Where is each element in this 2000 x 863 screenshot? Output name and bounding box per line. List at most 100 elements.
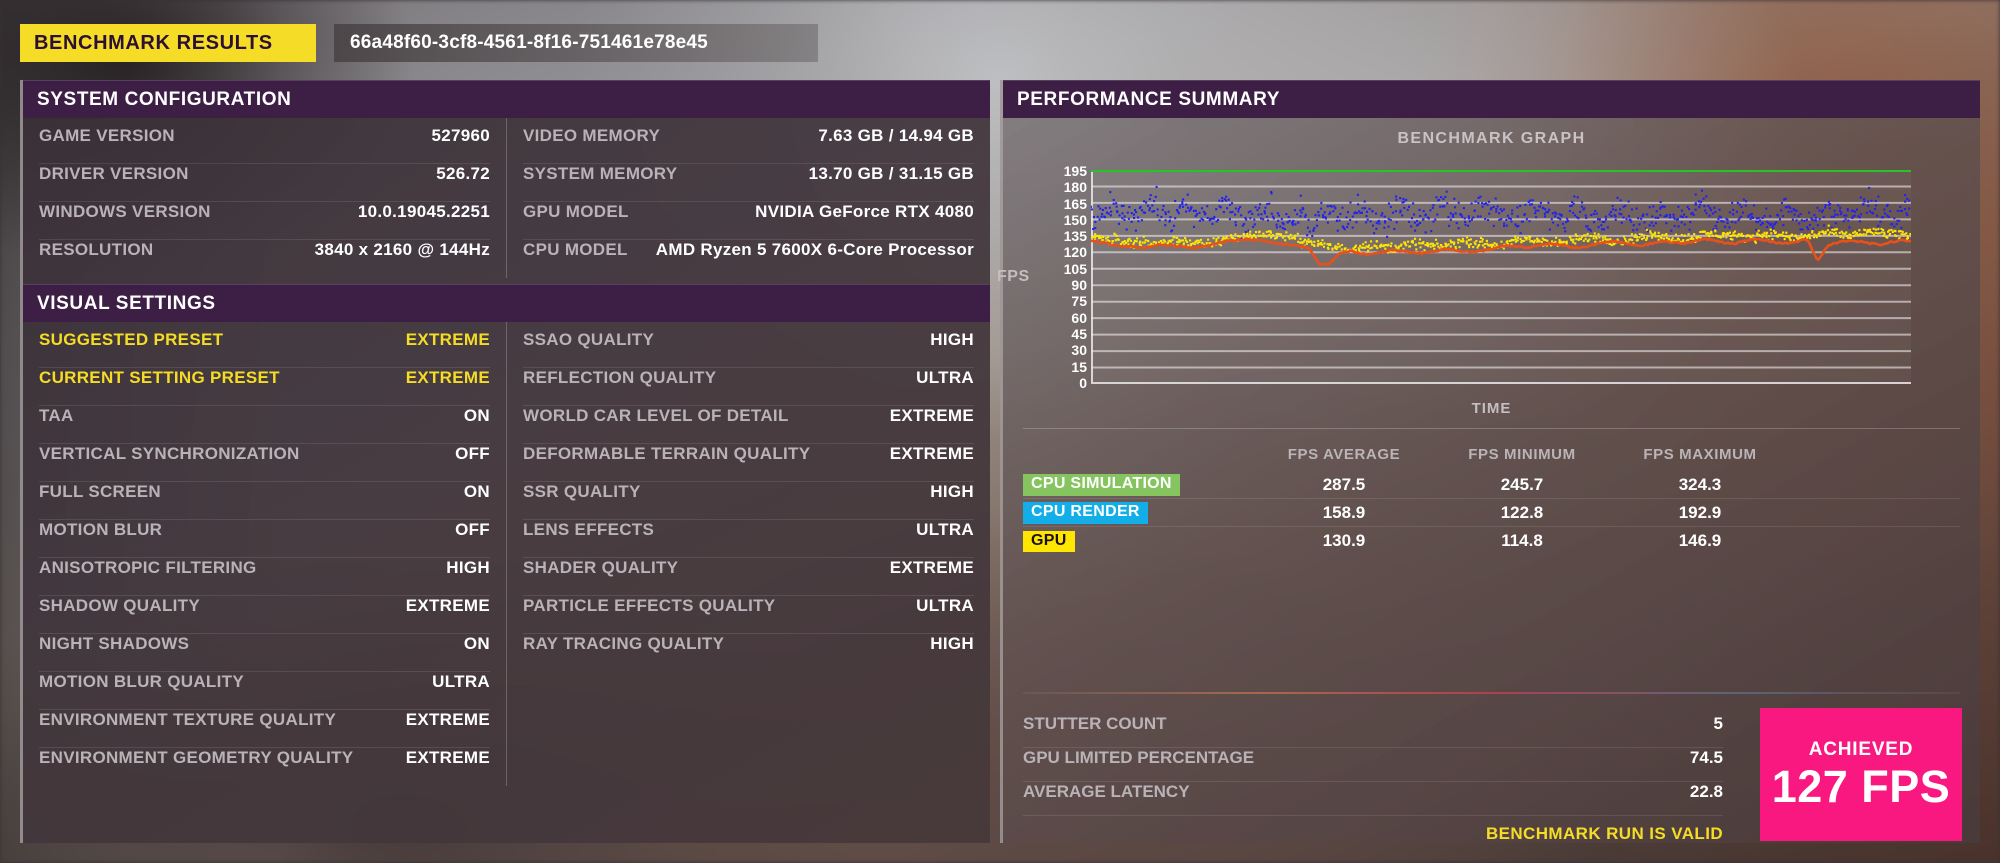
visual-setting-label: MOTION BLUR QUALITY bbox=[39, 672, 244, 691]
series-legend-badge: CPU RENDER bbox=[1023, 502, 1148, 524]
visual-setting-row: SHADOW QUALITY EXTREME bbox=[39, 596, 490, 634]
system-config-label: GPU MODEL bbox=[523, 202, 629, 221]
benchmark-run-id: 66a48f60-3cf8-4561-8f16-751461e78e45 bbox=[334, 24, 818, 62]
system-config-value: 3840 x 2160 @ 144Hz bbox=[314, 240, 490, 259]
y-axis-tick: 45 bbox=[1071, 325, 1087, 342]
right-panel: PERFORMANCE SUMMARY BENCHMARK GRAPH FPS … bbox=[997, 80, 1980, 843]
visual-setting-row: CURRENT SETTING PRESET EXTREME bbox=[39, 368, 490, 406]
stat-row: STUTTER COUNT 5 bbox=[1023, 714, 1723, 748]
system-config-value: 7.63 GB / 14.94 GB bbox=[818, 126, 974, 145]
stats-rows: STUTTER COUNT 5 GPU LIMITED PERCENTAGE 74.5… bbox=[1003, 708, 1743, 816]
fps-table-maximum-cell: 192.9 bbox=[1678, 502, 1722, 522]
top-bar: BENCHMARK RESULTS 66a48f60-3cf8-4561-8f1… bbox=[20, 24, 818, 62]
system-config-label: VIDEO MEMORY bbox=[523, 126, 661, 145]
system-config-value: 526.72 bbox=[436, 164, 490, 183]
visual-setting-label: CURRENT SETTING PRESET bbox=[39, 368, 280, 387]
visual-setting-row: MOTION BLUR OFF bbox=[39, 520, 490, 558]
fps-table-average-cell: 158.9 bbox=[1322, 502, 1366, 522]
page-title: BENCHMARK RESULTS bbox=[20, 24, 316, 62]
visual-setting-label: DEFORMABLE TERRAIN QUALITY bbox=[523, 444, 811, 463]
visual-setting-value: EXTREME bbox=[405, 710, 490, 729]
system-config-label: RESOLUTION bbox=[39, 240, 154, 259]
fps-table-maximum-cell: 146.9 bbox=[1678, 531, 1722, 550]
visual-setting-row: RAY TRACING QUALITY HIGH bbox=[523, 634, 974, 672]
y-axis-tick: 150 bbox=[1063, 211, 1087, 228]
fps-table-column-header: FPS MAXIMUM bbox=[1643, 445, 1757, 463]
y-axis-tick: 60 bbox=[1071, 309, 1087, 326]
y-axis-tick: 180 bbox=[1063, 179, 1087, 196]
stat-row: GPU LIMITED PERCENTAGE 74.5 bbox=[1023, 748, 1723, 782]
visual-setting-value: OFF bbox=[455, 520, 490, 539]
stats-divider bbox=[1023, 692, 1960, 694]
visual-settings-left-column: SUGGESTED PRESET EXTREME CURRENT SETTING P… bbox=[23, 322, 507, 786]
visual-setting-value: ON bbox=[463, 406, 490, 425]
system-config-right-column: VIDEO MEMORY 7.63 GB / 14.94 GB SYSTEM MEM… bbox=[507, 118, 990, 278]
y-axis-tick: 30 bbox=[1071, 342, 1087, 359]
x-axis-label: TIME bbox=[1471, 400, 1512, 417]
visual-setting-value: EXTREME bbox=[405, 596, 490, 615]
visual-setting-label: WORLD CAR LEVEL OF DETAIL bbox=[523, 406, 789, 425]
visual-setting-row: PARTICLE EFFECTS QUALITY ULTRA bbox=[523, 596, 974, 634]
stat-label: GPU LIMITED PERCENTAGE bbox=[1023, 748, 1255, 767]
system-configuration-heading: SYSTEM CONFIGURATION bbox=[23, 80, 990, 118]
series-gpu bbox=[1091, 224, 1911, 254]
y-axis-tick: 75 bbox=[1071, 293, 1087, 310]
visual-setting-value: EXTREME bbox=[405, 330, 490, 349]
system-config-row: SYSTEM MEMORY 13.70 GB / 31.15 GB bbox=[523, 164, 974, 202]
visual-setting-label: TAA bbox=[39, 406, 74, 425]
stat-value: 22.8 bbox=[1689, 782, 1723, 801]
visual-settings-heading: VISUAL SETTINGS bbox=[23, 284, 990, 322]
series-legend-badge: CPU SIMULATION bbox=[1023, 474, 1180, 496]
system-config-row: VIDEO MEMORY 7.63 GB / 14.94 GB bbox=[523, 126, 974, 164]
system-config-row: DRIVER VERSION 526.72 bbox=[39, 164, 490, 202]
y-axis-tick: 195 bbox=[1063, 163, 1087, 179]
visual-setting-label: SSR QUALITY bbox=[523, 482, 641, 501]
fps-table-minimum-cell: 245.7 bbox=[1500, 474, 1544, 494]
visual-setting-row: ENVIRONMENT TEXTURE QUALITY EXTREME bbox=[39, 710, 490, 748]
fps-table-maximum-cell: 324.3 bbox=[1678, 474, 1722, 494]
performance-summary-heading: PERFORMANCE SUMMARY bbox=[1003, 80, 1980, 118]
visual-setting-row: SSAO QUALITY HIGH bbox=[523, 330, 974, 368]
series-legend-badge: GPU bbox=[1023, 530, 1075, 553]
visual-setting-value: HIGH bbox=[930, 482, 974, 501]
fps-summary-table: FPS AVERAGE FPS MINIMUM FPS MAXIMUM CPU SI… bbox=[1003, 429, 1980, 555]
system-config-row: RESOLUTION 3840 x 2160 @ 144Hz bbox=[39, 240, 490, 278]
fps-table-average-cell: 130.9 bbox=[1322, 531, 1366, 550]
y-axis-tick: 90 bbox=[1071, 277, 1087, 294]
visual-setting-label: SSAO QUALITY bbox=[523, 330, 655, 349]
visual-setting-row: REFLECTION QUALITY ULTRA bbox=[523, 368, 974, 406]
visual-setting-row: ENVIRONMENT GEOMETRY QUALITY EXTREME bbox=[39, 748, 490, 786]
benchmark-graph-title: BENCHMARK GRAPH bbox=[1397, 130, 1586, 147]
visual-setting-row: SSR QUALITY HIGH bbox=[523, 482, 974, 520]
visual-setting-row: DEFORMABLE TERRAIN QUALITY EXTREME bbox=[523, 444, 974, 482]
visual-settings-right-column: SSAO QUALITY HIGH REFLECTION QUALITY ULTRA W… bbox=[507, 322, 990, 786]
visual-setting-label: SUGGESTED PRESET bbox=[39, 330, 224, 349]
plot-area bbox=[1091, 170, 1911, 384]
system-config-label: CPU MODEL bbox=[523, 240, 628, 259]
visual-setting-value: ON bbox=[463, 482, 490, 501]
system-config-label: GAME VERSION bbox=[39, 126, 175, 145]
visual-setting-row: LENS EFFECTS ULTRA bbox=[523, 520, 974, 558]
visual-setting-value: EXTREME bbox=[889, 444, 974, 463]
y-axis-tick: 105 bbox=[1063, 260, 1087, 277]
visual-setting-value: ULTRA bbox=[916, 520, 974, 539]
system-config-value: AMD Ryzen 5 7600X 6-Core Processor bbox=[655, 240, 974, 259]
system-config-row: GAME VERSION 527960 bbox=[39, 126, 490, 164]
chart-svg bbox=[1091, 170, 1911, 369]
system-config-label: WINDOWS VERSION bbox=[39, 202, 211, 221]
visual-setting-row: MOTION BLUR QUALITY ULTRA bbox=[39, 672, 490, 710]
visual-setting-label: ENVIRONMENT GEOMETRY QUALITY bbox=[39, 748, 354, 767]
visual-setting-value: ULTRA bbox=[916, 596, 974, 615]
fps-table-row: CPU RENDER 158.9 122.8 192.9 bbox=[1023, 499, 1960, 527]
visual-setting-label: REFLECTION QUALITY bbox=[523, 368, 717, 387]
stat-value: 74.5 bbox=[1689, 748, 1723, 767]
system-config-value: 10.0.19045.2251 bbox=[357, 202, 490, 221]
visual-setting-label: NIGHT SHADOWS bbox=[39, 634, 190, 653]
visual-setting-value: ON bbox=[463, 634, 490, 653]
visual-setting-label: VERTICAL SYNCHRONIZATION bbox=[39, 444, 300, 463]
y-axis-tick: 120 bbox=[1063, 244, 1087, 261]
validity-status: BENCHMARK RUN IS VALID bbox=[1485, 824, 1723, 843]
visual-setting-label: ENVIRONMENT TEXTURE QUALITY bbox=[39, 710, 337, 729]
visual-setting-label: FULL SCREEN bbox=[39, 482, 161, 501]
visual-setting-row: SUGGESTED PRESET EXTREME bbox=[39, 330, 490, 368]
